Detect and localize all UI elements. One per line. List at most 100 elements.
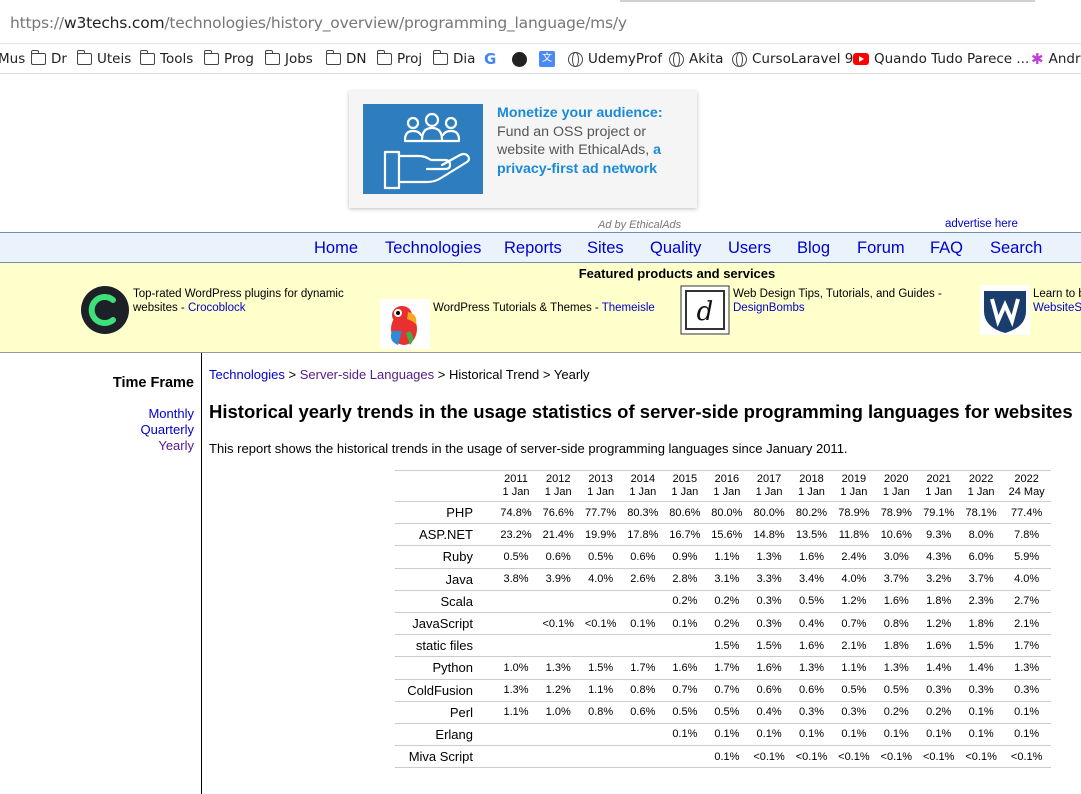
usage-cell: 0.3% — [747, 590, 791, 613]
websitesetup-link[interactable]: WebsiteS — [1033, 302, 1081, 314]
ethicalads-banner[interactable]: Monetize your audience: Fund an OSS proj… — [349, 91, 697, 208]
table-row: Java 3.8% 3.9% 4.0% 2.6% 2.8% 3.1% 3.3% 3.4% 4.0%… — [395, 568, 1051, 591]
breadcrumb-server-side-languages[interactable]: Server-side Languages — [300, 367, 434, 382]
table-row: Python 1.0% 1.3% 1.5% 1.7% 1.6% 1.7% 1.6% 1.3% 1.… — [395, 656, 1051, 680]
usage-cell: <0.1% — [790, 745, 833, 769]
usage-cell: 3.1% — [705, 568, 748, 591]
breadcrumb-technologies[interactable]: Technologies — [209, 367, 285, 382]
featured-themeisle[interactable]: WordPress Tutorials & Themes - Themeisle — [433, 301, 673, 315]
usage-cell: 0.5% — [705, 701, 748, 724]
usage-cell: 1.2% — [832, 590, 876, 613]
nav-faq[interactable]: FAQ — [930, 239, 963, 258]
usage-cell: 2.4% — [832, 545, 876, 569]
nav-blog[interactable]: Blog — [797, 239, 830, 258]
designbombs-link[interactable]: DesignBombs — [733, 302, 805, 314]
bookmark-quando[interactable]: Quando Tudo Parece ... — [853, 50, 1029, 68]
bookmark-github[interactable] — [512, 50, 527, 68]
timeframe-yearly[interactable]: Yearly — [158, 438, 194, 453]
nav-sites[interactable]: Sites — [587, 239, 624, 258]
usage-cell: 1.0% — [495, 656, 538, 680]
featured-crocoblock[interactable]: Top-rated WordPress plugins for dynamic … — [133, 287, 363, 315]
bookmark-translate[interactable]: 文 — [539, 50, 555, 68]
usage-cell: 3.0% — [875, 545, 918, 569]
crocoblock-link[interactable]: Crocoblock — [188, 302, 246, 314]
featured-websitesetup[interactable]: Learn to b WebsiteS — [1033, 287, 1081, 315]
folder-icon — [203, 50, 219, 65]
usage-cell: <0.1% — [875, 745, 918, 769]
bookmark-uteis[interactable]: Uteis — [76, 50, 131, 68]
language-name: Python — [395, 656, 495, 680]
usage-cell: 0.1% — [747, 723, 791, 747]
featured-designbombs[interactable]: Web Design Tips, Tutorials, and Guides -… — [733, 287, 963, 315]
nav-users[interactable]: Users — [728, 239, 771, 258]
usage-cell: 3.7% — [959, 568, 1003, 591]
usage-cell: 0.5% — [579, 545, 622, 569]
usage-cell: 13.5% — [790, 523, 833, 547]
usage-cell: 0.2% — [705, 612, 748, 636]
usage-cell: 1.7% — [1002, 634, 1051, 658]
timeframe-quarterly[interactable]: Quarterly — [141, 422, 194, 437]
address-bar[interactable]: https://w3techs.com/technologies/history… — [0, 0, 1081, 44]
bookmark-tools[interactable]: Tools — [139, 50, 193, 68]
url-text[interactable]: https://w3techs.com/technologies/history… — [10, 14, 627, 32]
bookmark-akita[interactable]: Akita — [669, 50, 723, 68]
usage-cell: 0.6% — [621, 545, 664, 569]
usage-cell: 0.6% — [621, 701, 664, 724]
usage-cell: 8.0% — [959, 523, 1003, 547]
usage-cell: 0.5% — [663, 701, 706, 724]
usage-cell: 77.4% — [1002, 501, 1051, 525]
usage-cell: 4.0% — [1002, 568, 1051, 591]
ad-attribution[interactable]: Ad by EthicalAds — [598, 219, 681, 231]
usage-cell — [537, 590, 580, 613]
bookmark-google[interactable]: G — [484, 50, 496, 68]
crocoblock-logo[interactable] — [80, 285, 130, 335]
usage-cell — [579, 590, 622, 613]
usage-cell: 0.6% — [747, 679, 791, 702]
bookmark-jobs[interactable]: Jobs — [264, 50, 313, 68]
nav-search[interactable]: Search — [990, 239, 1042, 258]
nav-home[interactable]: Home — [314, 239, 358, 258]
bookmark-andr[interactable]: ✱ Andr — [1031, 50, 1081, 68]
bookmark-proj[interactable]: Proj — [376, 50, 422, 68]
bookmark-dia[interactable]: Dia — [432, 50, 475, 68]
ad-copy[interactable]: Monetize your audience: Fund an OSS proj… — [497, 104, 687, 178]
usage-cell: 1.6% — [875, 590, 918, 613]
usage-cell — [621, 590, 664, 613]
usage-cell: 3.8% — [495, 568, 538, 591]
bookmark-udemyprof[interactable]: UdemyProf — [568, 50, 662, 68]
breadcrumb: Technologies > Server-side Languages > H… — [209, 367, 590, 382]
bookmark-prog[interactable]: Prog — [203, 50, 254, 68]
usage-cell: 0.2% — [917, 701, 960, 724]
column-header: 2022 24 May — [1002, 470, 1051, 502]
usage-cell: 0.3% — [917, 679, 960, 702]
column-header: 2016 1 Jan — [705, 470, 748, 502]
tab-strip-edge — [620, 0, 1035, 2]
usage-cell: 0.3% — [790, 701, 833, 724]
designbombs-logo[interactable]: d — [680, 285, 730, 335]
usage-cell: 0.5% — [495, 545, 538, 569]
advertise-here-link[interactable]: advertise here — [945, 218, 1018, 230]
bookmark-mus[interactable]: Mus — [0, 50, 25, 68]
nav-quality[interactable]: Quality — [650, 239, 701, 258]
usage-cell: 1.2% — [537, 679, 580, 702]
themeisle-parrot-logo[interactable] — [380, 299, 430, 349]
usage-cell: 0.5% — [875, 679, 918, 702]
websitesetup-logo[interactable] — [980, 285, 1030, 335]
table-row: Scala 0.2% 0.2% 0.3% 0.5% 1.2% 1.6% 1.8% 2.3% 2.7… — [395, 590, 1051, 613]
bookmark-dr[interactable]: Dr — [30, 50, 67, 68]
timeframe-monthly[interactable]: Monthly — [148, 406, 194, 421]
column-header: 2014 1 Jan — [621, 470, 664, 502]
usage-cell — [621, 723, 664, 747]
main-nav: Home Technologies Reports Sites Quality … — [0, 232, 1081, 263]
usage-cell: 0.1% — [621, 612, 664, 636]
usage-cell: 1.7% — [621, 656, 664, 680]
nav-forum[interactable]: Forum — [857, 239, 905, 258]
themeisle-link[interactable]: Themeisle — [602, 302, 655, 314]
usage-cell: 7.8% — [1002, 523, 1051, 547]
nav-technologies[interactable]: Technologies — [385, 239, 481, 258]
bookmark-dn[interactable]: DN — [325, 50, 367, 68]
bookmark-cursolaravel[interactable]: CursoLaravel 9 — [732, 50, 853, 68]
usage-trend-table: 2011 1 Jan 2012 1 Jan 2013 1 Jan 2014 1 Jan 2015… — [395, 470, 1051, 769]
usage-cell: 23.2% — [495, 523, 538, 547]
nav-reports[interactable]: Reports — [504, 239, 562, 258]
